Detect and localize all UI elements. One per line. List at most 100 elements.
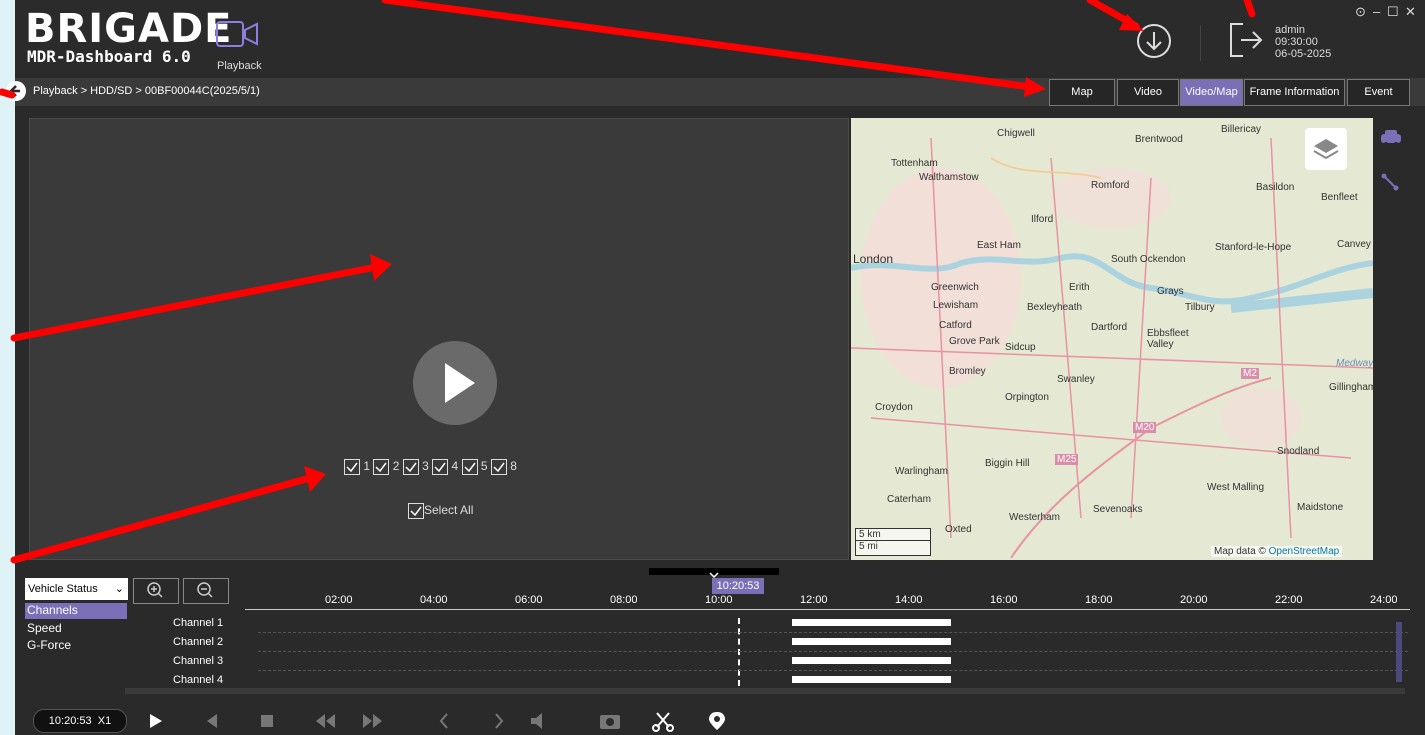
map-place: Bexleyheath — [1027, 302, 1083, 313]
volume-icon[interactable] — [531, 713, 542, 729]
current-time: 09:30:00 — [1275, 36, 1318, 48]
back-arrow-icon[interactable] — [6, 81, 26, 101]
motorway-shield: M25 — [1055, 454, 1079, 465]
menu-item-g-force[interactable]: G-Force — [25, 638, 71, 652]
map-place: Billericay — [1221, 124, 1262, 135]
zoom-out-icon — [197, 582, 213, 598]
map-place: Greenwich — [931, 282, 979, 293]
tab-video[interactable]: Video — [1117, 79, 1179, 106]
map-place: Stanford-le-Hope — [1215, 242, 1292, 253]
channel-checkbox-3[interactable]: 3 — [402, 459, 429, 475]
panel-splitter[interactable] — [649, 568, 779, 579]
tick-label: 14:00 — [895, 594, 923, 606]
menu-item-channels[interactable]: Channels — [25, 603, 127, 619]
close-icon[interactable]: ✕ — [1405, 4, 1416, 20]
row-divider — [258, 670, 1408, 671]
vehicle-icon[interactable] — [1379, 128, 1403, 151]
dropdown-value: Vehicle Status — [28, 583, 98, 595]
vertical-scrollbar[interactable] — [1396, 622, 1402, 682]
next-frame-icon[interactable] — [495, 713, 504, 729]
current-date: 06-05-2025 — [1275, 48, 1332, 60]
check-icon — [373, 459, 390, 475]
channel-label: 8 — [510, 459, 517, 474]
tab-frame-information[interactable]: Frame Information — [1244, 79, 1345, 106]
map-place: Biggin Hill — [985, 458, 1030, 469]
check-icon — [461, 459, 478, 475]
tick-label: 20:00 — [1180, 594, 1208, 606]
channel-row-label: Channel 1 — [173, 617, 224, 629]
channel-label: 1 — [363, 459, 371, 474]
map-place: Basildon — [1256, 182, 1295, 193]
stop-icon[interactable] — [261, 715, 273, 727]
channel-checkbox-8[interactable]: 8 — [490, 459, 517, 475]
download-icon[interactable] — [1135, 22, 1173, 63]
map-pin-icon[interactable] — [709, 712, 725, 730]
zoom-out-button[interactable] — [183, 578, 229, 604]
user-info: admin 09:30:00 06-05-2025 — [1275, 24, 1331, 60]
tab-video-map[interactable]: Video/Map — [1180, 79, 1243, 106]
map-place: Bromley — [949, 366, 986, 377]
tick-label: 10:00 — [705, 594, 733, 606]
snapshot-icon[interactable] — [600, 715, 620, 729]
layers-icon — [1313, 139, 1339, 160]
video-camera-icon[interactable] — [215, 18, 261, 53]
recording-segment[interactable] — [792, 619, 951, 626]
recording-segment[interactable] — [792, 676, 951, 683]
tab-map[interactable]: Map — [1049, 79, 1115, 106]
motorway-shield: M2 — [1241, 368, 1259, 379]
tick-label: 06:00 — [515, 594, 543, 606]
map-place: Lewisham — [933, 300, 979, 311]
map-place: Oxted — [945, 524, 972, 535]
logout-icon[interactable] — [1227, 18, 1267, 65]
map-scale: 5 km 5 mi — [855, 528, 931, 556]
tick-label: 16:00 — [990, 594, 1018, 606]
recording-segment[interactable] — [792, 638, 951, 645]
zoom-in-icon — [147, 582, 163, 598]
route-icon[interactable] — [1380, 172, 1400, 195]
settings-icon[interactable]: ⊙ — [1355, 4, 1366, 20]
map-place: Snodland — [1277, 446, 1320, 457]
select-all-checkbox[interactable]: Select All — [408, 503, 473, 519]
zoom-in-button[interactable] — [133, 578, 179, 604]
check-icon — [344, 459, 360, 475]
user-name: admin — [1275, 24, 1305, 36]
play-icon[interactable] — [150, 714, 162, 728]
map-place: Catford — [939, 320, 972, 331]
map-place: Sidcup — [1005, 342, 1036, 353]
map-place: South Ockendon — [1111, 254, 1186, 265]
horizontal-scrollbar[interactable] — [125, 688, 1405, 694]
map-place: Dartford — [1091, 322, 1128, 333]
map-place: Grays — [1157, 286, 1184, 297]
app-window: BRIGADE MDR-Dashboard 6.0 Playback admin… — [6, 0, 1425, 735]
tab-event[interactable]: Event — [1347, 79, 1410, 106]
step-back-icon[interactable] — [207, 714, 217, 728]
channel-checkbox-1[interactable]: 1 — [344, 459, 371, 475]
channel-checkbox-4[interactable]: 4 — [432, 459, 458, 475]
motorway-shield: M20 — [1133, 422, 1157, 433]
rewind-icon[interactable] — [316, 714, 335, 728]
attribution-link[interactable]: OpenStreetMap — [1269, 546, 1340, 557]
tick-label: 24:00 — [1370, 594, 1398, 606]
maximize-icon[interactable]: ☐ — [1387, 4, 1399, 20]
play-button[interactable] — [413, 341, 497, 425]
recording-segment[interactable] — [792, 657, 951, 664]
menu-item-speed[interactable]: Speed — [25, 621, 62, 635]
map-panel[interactable]: Chigwell Brentwood Billericay Tottenham … — [851, 118, 1373, 560]
channel-checkbox-5[interactable]: 5 — [461, 459, 488, 475]
map-place: Swanley — [1057, 374, 1095, 385]
scissors-icon[interactable] — [652, 712, 674, 732]
channel-checkbox-2[interactable]: 2 — [373, 459, 399, 475]
map-place: Canvey — [1337, 239, 1371, 250]
map-place: Chigwell — [997, 128, 1035, 139]
fast-forward-icon[interactable] — [363, 714, 382, 728]
check-icon — [402, 459, 419, 475]
previous-frame-icon[interactable] — [439, 713, 448, 729]
map-layers-button[interactable] — [1305, 128, 1347, 170]
playhead-line[interactable] — [738, 618, 740, 686]
channel-label: 3 — [422, 459, 429, 474]
map-place: Grove Park — [949, 336, 1000, 347]
map-place: Sevenoaks — [1093, 504, 1143, 515]
vehicle-status-dropdown[interactable]: Vehicle Status ⌄ — [25, 578, 128, 600]
map-place: Benfleet — [1321, 192, 1358, 203]
minimize-icon[interactable]: – — [1373, 4, 1380, 19]
